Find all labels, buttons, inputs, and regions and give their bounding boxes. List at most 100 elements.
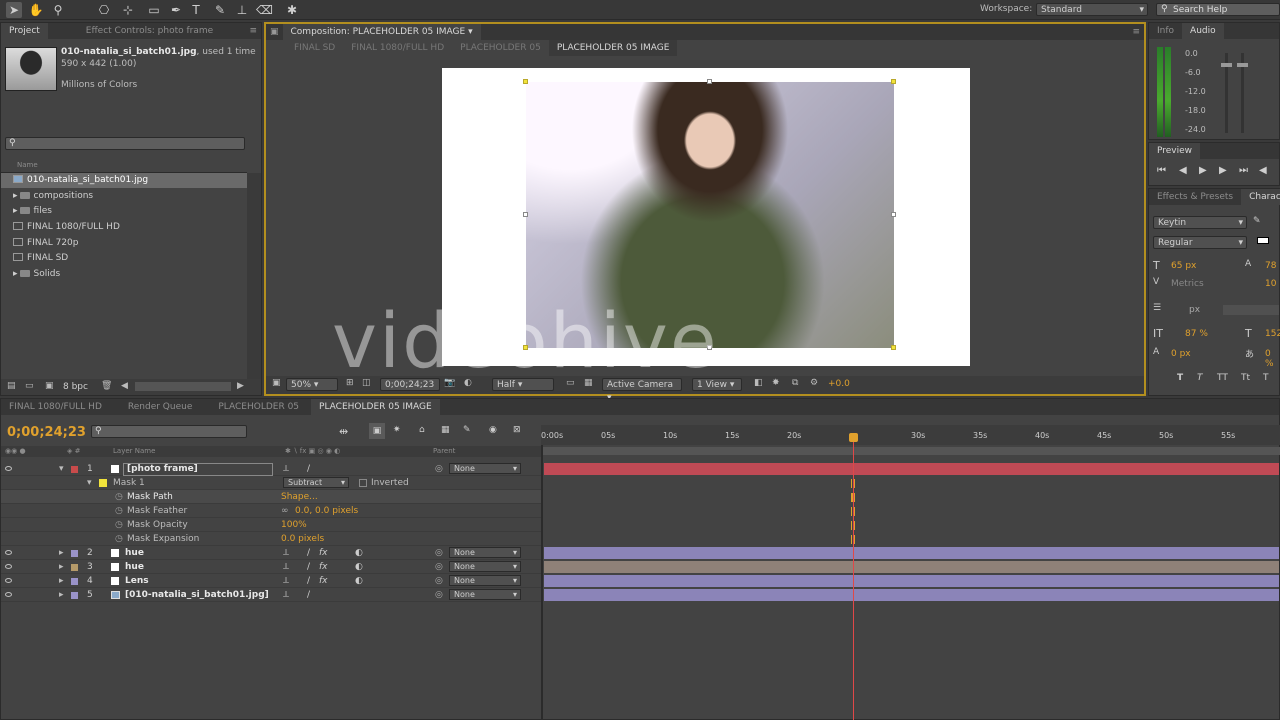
project-item-final-1080[interactable]: FINAL 1080/FULL HD	[1, 220, 247, 235]
new-composition-icon[interactable]: ▣	[45, 381, 54, 391]
project-item-final-720[interactable]: FINAL 720p	[1, 236, 247, 251]
tab-audio[interactable]: Audio	[1182, 23, 1224, 39]
mask-property-value[interactable]: 0.0 pixels	[281, 532, 324, 546]
search-help-field[interactable]: ⚲ Search Help	[1156, 3, 1280, 16]
baseline-shift-value[interactable]: 0 px	[1171, 349, 1191, 359]
new-folder-icon[interactable]: ▭	[25, 381, 34, 391]
toggle-pixel-aspect-icon[interactable]: ◧	[754, 378, 763, 388]
panel-menu-icon[interactable]: ≡	[245, 26, 261, 36]
first-frame-icon[interactable]: ⏮	[1157, 165, 1166, 176]
clone-tool-icon[interactable]: ⊥	[234, 2, 250, 18]
trash-icon[interactable]: 🗑	[101, 381, 112, 391]
font-style-dropdown[interactable]: Regular ▾	[1153, 236, 1247, 249]
adjustment-layer-icon[interactable]: ◐	[355, 560, 363, 574]
mask-vertex-handle[interactable]	[891, 79, 896, 84]
visibility-eye-icon[interactable]	[5, 466, 12, 471]
project-item-final-sd[interactable]: FINAL SD	[1, 251, 247, 266]
font-size-value[interactable]: 65 px	[1171, 261, 1196, 271]
stopwatch-icon[interactable]: ◷	[115, 490, 123, 504]
effect-switch-icon[interactable]: fx	[319, 560, 328, 574]
faux-italic-icon[interactable]: T	[1197, 373, 1203, 383]
horizontal-scrollbar[interactable]	[135, 382, 231, 391]
work-area-bar[interactable]	[543, 447, 1280, 455]
adjustment-layer-icon[interactable]: ◐	[355, 574, 363, 588]
current-time-field[interactable]: 0;00;24;23	[380, 378, 440, 391]
project-item-image[interactable]: 010-natalia_si_batch01.jpg	[1, 173, 247, 188]
parent-dropdown[interactable]: None ▾	[449, 547, 521, 558]
timeline-icon[interactable]: ⧉	[792, 378, 798, 388]
current-time-indicator[interactable]	[853, 439, 854, 720]
mask-property-row[interactable]: ◷ Mask Feather ∞ 0.0, 0.0 pixels	[1, 504, 541, 518]
region-of-interest-icon[interactable]: ▭	[566, 378, 575, 388]
project-item-files[interactable]: ▸ files	[1, 204, 247, 219]
tracking-value[interactable]: 10	[1265, 279, 1276, 289]
layer-transform-handle[interactable]	[891, 212, 896, 217]
shy-switch-icon[interactable]: ⟂	[283, 560, 289, 574]
font-family-dropdown[interactable]: Keytin ▾	[1153, 216, 1247, 229]
mask-property-row[interactable]: ◷ Mask Opacity 100%	[1, 518, 541, 532]
project-scrollbar[interactable]	[247, 173, 261, 379]
layer-duration-bar[interactable]	[544, 547, 1279, 559]
subtab-placeholder-05[interactable]: PLACEHOLDER 05	[452, 40, 549, 56]
layer-row-hue[interactable]: ▸ 2 hue ⟂ / fx ◐ ◎ None ▾	[1, 546, 541, 560]
scroll-right-icon[interactable]: ▶	[237, 381, 244, 391]
mask-color-swatch[interactable]	[99, 479, 107, 487]
quality-switch-icon[interactable]: /	[307, 462, 310, 476]
next-frame-icon[interactable]: ▶	[1219, 165, 1227, 176]
layer-name[interactable]: [010-natalia_si_batch01.jpg]	[125, 588, 269, 602]
shy-switch-icon[interactable]: ⟂	[283, 574, 289, 588]
expand-triangle-icon[interactable]: ▸	[13, 191, 18, 201]
tab-placeholder-05-image[interactable]: PLACEHOLDER 05 IMAGE	[311, 399, 440, 415]
tab-render-queue[interactable]: Render Queue	[120, 399, 200, 415]
visibility-eye-icon[interactable]	[5, 592, 12, 597]
draft-3d-icon[interactable]: ▣	[369, 423, 385, 439]
mask-property-value[interactable]: 0.0, 0.0 pixels	[295, 504, 358, 518]
tsume-value[interactable]: 0 %	[1265, 349, 1279, 369]
flowchart-icon[interactable]: ⚙	[810, 378, 818, 388]
visibility-eye-icon[interactable]	[5, 578, 12, 583]
eraser-tool-icon[interactable]: ⌫	[256, 2, 273, 18]
timeline-divider[interactable]	[541, 445, 543, 720]
eyedropper-icon[interactable]: ✎	[1253, 216, 1261, 226]
expand-triangle-icon[interactable]: ▸	[13, 269, 18, 279]
tab-info[interactable]: Info	[1149, 23, 1182, 39]
project-search-input[interactable]: ⚲	[5, 137, 245, 150]
subtab-final-1080[interactable]: FINAL 1080/FULL HD	[343, 40, 452, 56]
scroll-left-icon[interactable]: ◀	[121, 381, 128, 391]
layer-transform-handle[interactable]	[523, 212, 528, 217]
expand-triangle-icon[interactable]: ▾	[59, 462, 64, 476]
stroke-width-value[interactable]: px	[1189, 305, 1200, 315]
tab-final-1080[interactable]: FINAL 1080/FULL HD	[1, 399, 110, 415]
quality-switch-icon[interactable]: /	[307, 560, 310, 574]
stopwatch-icon[interactable]: ◷	[115, 532, 123, 546]
parent-dropdown[interactable]: None ▾	[449, 561, 521, 572]
quality-switch-icon[interactable]: /	[307, 588, 310, 602]
mask-property-value[interactable]: 100%	[281, 518, 307, 532]
layer-row-image[interactable]: ▸ 5 [010-natalia_si_batch01.jpg] ⟂ / ◎ N…	[1, 588, 541, 602]
panel-menu-icon[interactable]: ≡	[1128, 27, 1144, 37]
parent-dropdown[interactable]: None ▾	[449, 463, 521, 474]
superscript-icon[interactable]: T	[1263, 373, 1269, 383]
pen-tool-icon[interactable]: ✒	[168, 2, 184, 18]
layer-duration-bar[interactable]	[544, 561, 1279, 573]
tab-effect-controls[interactable]: Effect Controls: photo frame	[78, 23, 221, 39]
parent-pickwhip-icon[interactable]: ◎	[435, 588, 443, 602]
kerning-value[interactable]: Metrics	[1171, 279, 1204, 289]
always-preview-icon[interactable]: ▣	[272, 378, 281, 388]
all-caps-icon[interactable]: TT	[1217, 373, 1228, 383]
graph-editor-icon[interactable]: ◉	[489, 425, 497, 435]
expand-triangle-icon[interactable]: ▸	[59, 588, 64, 602]
play-icon[interactable]: ▶	[1199, 165, 1207, 176]
stopwatch-icon[interactable]: ◷	[115, 504, 123, 518]
camera-dropdown[interactable]: Active Camera ▾	[602, 378, 682, 403]
faux-bold-icon[interactable]: T	[1177, 373, 1183, 383]
mask-row[interactable]: ▾ Mask 1 Subtract ▾ Inverted	[1, 476, 541, 490]
mask-property-value[interactable]: Shape...	[281, 490, 318, 504]
fill-color-swatch[interactable]	[1257, 237, 1269, 244]
layer-label-color[interactable]	[71, 564, 78, 571]
interpret-footage-icon[interactable]: ▤	[7, 381, 16, 391]
quality-switch-icon[interactable]: /	[307, 546, 310, 560]
tab-preview[interactable]: Preview	[1149, 143, 1201, 159]
previous-frame-icon[interactable]: ◀	[1179, 165, 1187, 176]
brainstorm-icon[interactable]: ✎	[463, 425, 471, 435]
